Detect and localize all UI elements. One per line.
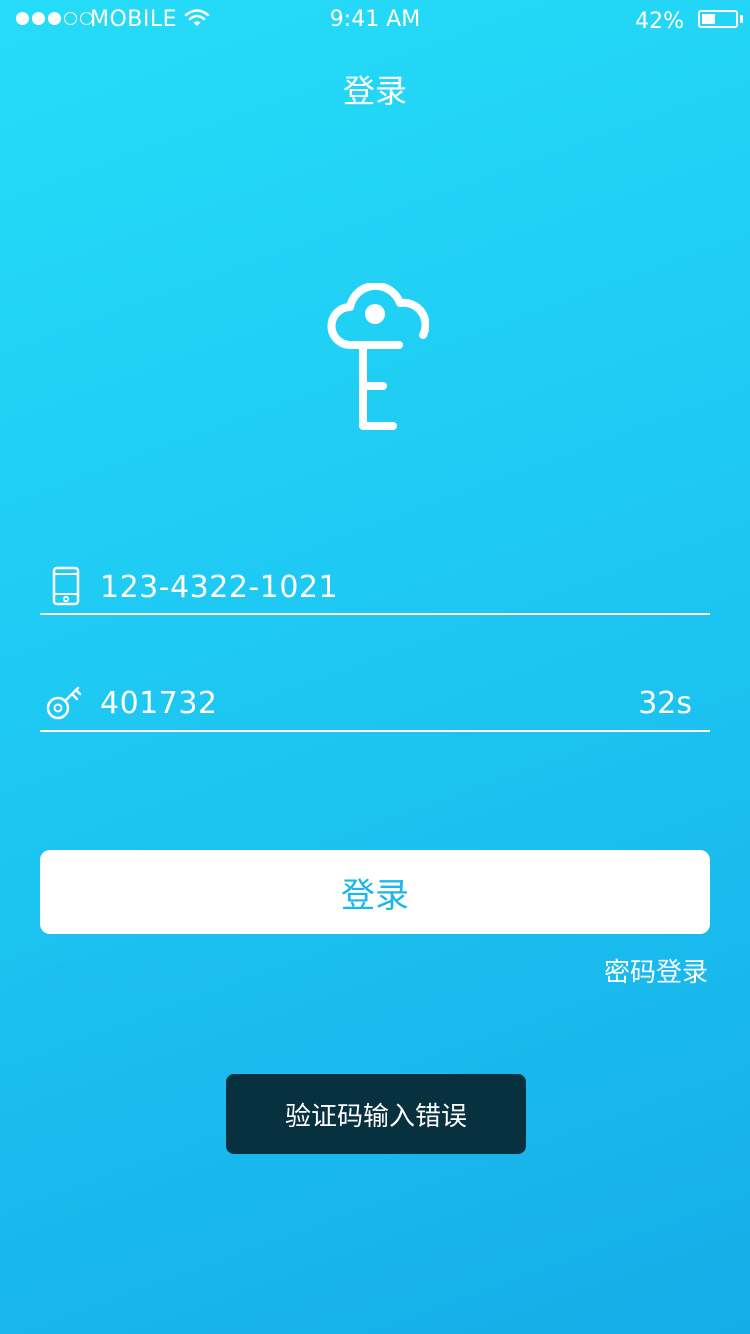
sms-login-link[interactable]: 短信验证码登录: [42, 956, 238, 996]
battery-icon: [698, 10, 738, 28]
password-login-link[interactable]: 密码登录: [604, 952, 708, 989]
verification-code-value[interactable]: 401732: [100, 686, 218, 721]
key-icon: [46, 686, 82, 720]
resend-countdown: 32s: [638, 686, 692, 721]
page-title: 登录: [342, 72, 407, 110]
phone-input-underline: [40, 613, 710, 615]
cloud-key-icon: [327, 283, 429, 430]
battery-percent: 42%: [635, 9, 684, 34]
code-input-underline: [40, 730, 710, 732]
phone-icon: [52, 566, 80, 606]
battery-cap: [740, 15, 743, 23]
error-toast-message: 验证码输入错误: [284, 1101, 467, 1132]
login-button[interactable]: 登录: [40, 850, 710, 934]
phone-number-value[interactable]: 123-4322-1021: [100, 570, 338, 605]
status-bar: MOBILE 9:41 AM 42%: [0, 0, 750, 40]
error-toast: 验证码输入错误: [226, 1074, 526, 1154]
